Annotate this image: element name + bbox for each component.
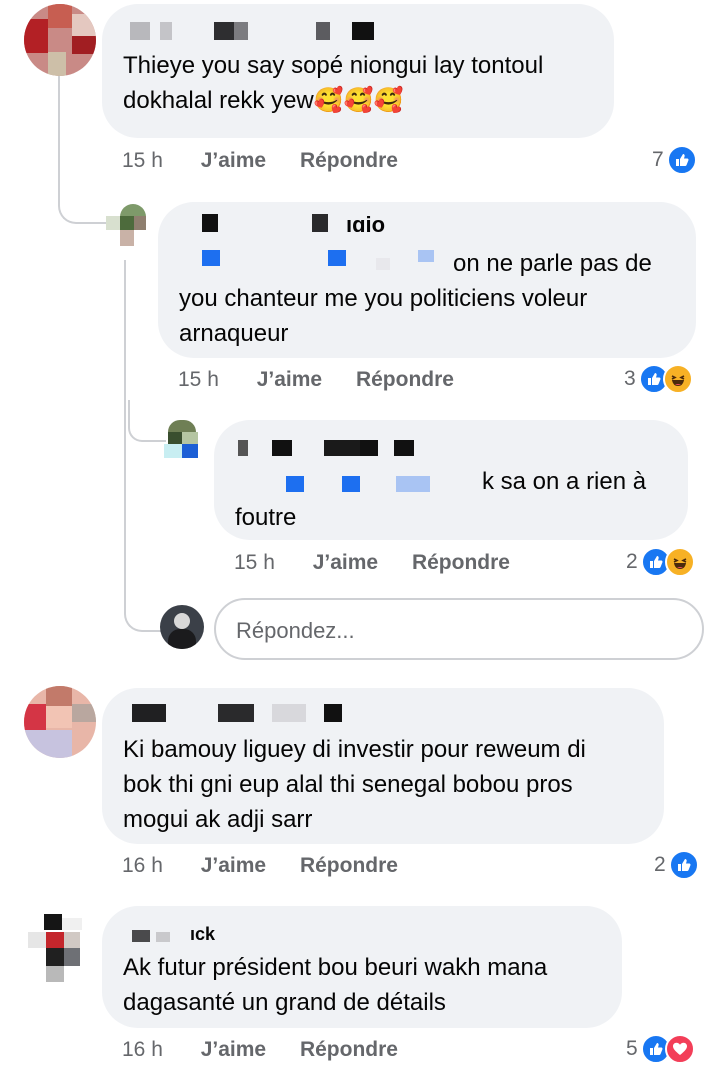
reply-placeholder: Répondez... (236, 618, 355, 643)
comment-time[interactable]: 15 h (234, 551, 275, 574)
comment-text: Thieye you say sopé niongui lay tontoul … (123, 52, 544, 114)
reaction-summary[interactable]: 5 (626, 1033, 695, 1065)
comment-meta: 16 h J’aime Répondre (122, 1038, 426, 1062)
reply-button[interactable]: Répondre (412, 551, 510, 574)
avatar[interactable] (24, 4, 96, 76)
thread-line-root (58, 72, 108, 224)
reply-button[interactable]: Répondre (300, 149, 398, 172)
comment-text: Ki bamouy liguey di investir pour reweum… (123, 736, 586, 833)
reaction-summary[interactable]: 2 (626, 546, 695, 578)
thumbs-up-icon (666, 145, 697, 175)
comment-meta: 16 h J’aime Répondre (122, 854, 426, 878)
current-user-avatar[interactable] (160, 605, 204, 649)
like-button[interactable]: J’aime (257, 368, 322, 391)
avatar[interactable] (24, 908, 96, 984)
avatar[interactable] (164, 420, 202, 460)
comment-bubble: k sa on a rien à foutre (214, 420, 688, 540)
name-fragment: ıgio (346, 216, 386, 232)
comment-meta: 15 h J’aime Répondre (234, 551, 538, 575)
commenter-name-redacted[interactable] (130, 22, 374, 40)
reaction-count: 2 (626, 550, 638, 573)
like-button[interactable]: J’aime (201, 854, 266, 877)
mention-redacted[interactable] (180, 248, 450, 278)
comment-meta: 15 h J’aime Répondre (178, 368, 482, 392)
commenter-name-redacted[interactable]: ıck (132, 924, 272, 942)
reaction-summary[interactable]: 7 (652, 144, 697, 176)
comment-text: foutre (235, 504, 297, 531)
heart-icon (664, 1034, 695, 1064)
commenter-name-redacted[interactable]: ıgio (198, 214, 398, 232)
avatar[interactable] (106, 198, 150, 248)
thumbs-up-icon (668, 850, 699, 880)
laughing-face-icon (662, 364, 693, 394)
thread-line-nested (128, 400, 166, 442)
comment-bubble: Thieye you say sopé niongui lay tontoul … (102, 4, 614, 138)
comment-time[interactable]: 16 h (122, 1038, 163, 1061)
comment-bubble: ıck Ak futur président bou beuri wakh ma… (102, 906, 622, 1028)
comment-time[interactable]: 15 h (122, 149, 163, 172)
comment-bubble: ıgio on ne parle pas de you chanteur me … (158, 202, 696, 358)
comment-text: k sa on a rien à (482, 468, 647, 495)
comment-time[interactable]: 15 h (178, 368, 219, 391)
avatar[interactable] (24, 686, 96, 758)
comment-text: you chanteur me you politiciens voleur a… (179, 285, 588, 347)
like-button[interactable]: J’aime (313, 551, 378, 574)
mention-redacted[interactable] (232, 468, 504, 496)
reaction-count: 3 (624, 367, 636, 390)
name-fragment: ıck (190, 926, 216, 942)
commenter-name-redacted[interactable] (132, 704, 352, 722)
reply-input[interactable]: Répondez... (214, 598, 704, 660)
reaction-count: 5 (626, 1037, 638, 1060)
reaction-count: 7 (652, 148, 664, 171)
reply-button[interactable]: Répondre (356, 368, 454, 391)
laughing-face-icon (664, 547, 695, 577)
like-button[interactable]: J’aime (201, 149, 266, 172)
comment-meta: 15 h J’aime Répondre (122, 149, 426, 173)
comment-bubble: Ki bamouy liguey di investir pour reweum… (102, 688, 664, 844)
comment-text: on ne parle pas de (453, 250, 652, 277)
comment-time[interactable]: 16 h (122, 854, 163, 877)
commenter-name-redacted[interactable] (238, 440, 418, 458)
comment-text: Ak futur président bou beuri wakh mana d… (123, 954, 548, 1016)
reply-button[interactable]: Répondre (300, 854, 398, 877)
like-button[interactable]: J’aime (201, 1038, 266, 1061)
reaction-summary[interactable]: 3 (624, 363, 693, 395)
reply-button[interactable]: Répondre (300, 1038, 398, 1061)
reaction-summary[interactable]: 2 (654, 849, 699, 881)
reaction-count: 2 (654, 853, 666, 876)
